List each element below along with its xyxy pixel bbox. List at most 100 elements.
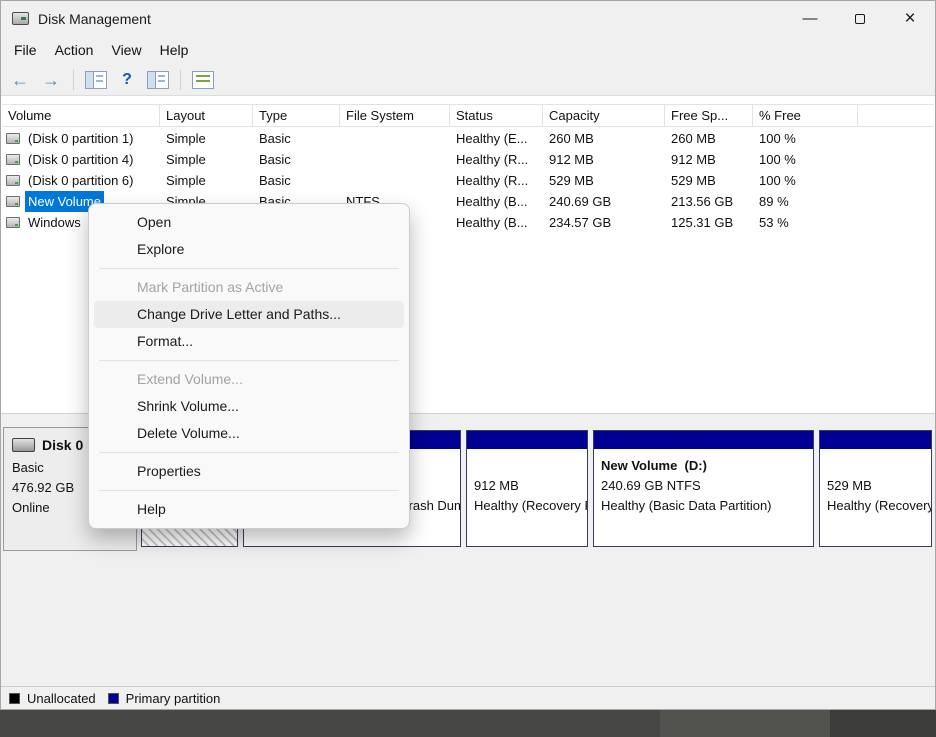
partition-recovery-529[interactable]: 529 MB Healthy (Recovery Partition): [819, 430, 932, 547]
menu-item-open[interactable]: Open: [94, 209, 404, 236]
toolbar: ← → ?: [1, 65, 935, 96]
titlebar: Disk Management — ×: [1, 1, 935, 36]
legend-label-primary-partition: Primary partition: [126, 691, 221, 706]
menu-file[interactable]: File: [5, 36, 46, 65]
cell-percent-free: 53 %: [753, 212, 858, 233]
column-header-type[interactable]: Type: [253, 105, 340, 126]
screen: Disk Management — × File Action View Hel…: [0, 0, 936, 737]
menu-help[interactable]: Help: [151, 36, 198, 65]
cell-percent-free: 100 %: [753, 128, 858, 149]
list-view-icon[interactable]: [192, 71, 214, 89]
show-console-tree-icon[interactable]: [85, 71, 107, 89]
toolbar-separator: [73, 70, 74, 90]
cell-file-system: [340, 170, 450, 191]
volume-icon: [6, 196, 20, 207]
cell-status: Healthy (R...: [450, 149, 543, 170]
primary-partition-swatch: [108, 693, 119, 704]
column-header-file-system[interactable]: File System: [340, 105, 450, 126]
cell-status: Healthy (B...: [450, 212, 543, 233]
volume-name: Windows: [25, 212, 84, 233]
toolbar-separator: [180, 70, 181, 90]
desktop-taskbar-strip: [0, 710, 936, 737]
partition-name: New Volume (D:): [601, 456, 813, 476]
menu-view[interactable]: View: [102, 36, 150, 65]
table-header: Volume Layout Type File System Status Ca…: [2, 104, 934, 127]
column-header-free-space[interactable]: Free Sp...: [665, 105, 753, 126]
disk-name: Disk 0: [42, 437, 83, 453]
menu-item-extend-volume: Extend Volume...: [94, 366, 404, 393]
cell-capacity: 529 MB: [543, 170, 665, 191]
partition-header-bar: [820, 431, 931, 451]
column-header-capacity[interactable]: Capacity: [543, 105, 665, 126]
help-icon[interactable]: ?: [116, 70, 138, 90]
table-row[interactable]: (Disk 0 partition 6) Simple Basic Health…: [2, 170, 934, 191]
volume-name: (Disk 0 partition 6): [25, 170, 136, 191]
cell-layout: Simple: [160, 128, 253, 149]
window-controls: — ×: [785, 1, 935, 36]
cell-percent-free: 100 %: [753, 149, 858, 170]
column-header-volume[interactable]: Volume: [2, 105, 160, 126]
cell-file-system: [340, 128, 450, 149]
menu-item-change-drive-letter-and-paths[interactable]: Change Drive Letter and Paths...: [94, 301, 404, 328]
partition-size: 912 MB: [474, 476, 587, 496]
cell-free-space: 260 MB: [665, 128, 753, 149]
cell-status: Healthy (E...: [450, 128, 543, 149]
column-header-layout[interactable]: Layout: [160, 105, 253, 126]
maximize-icon: [855, 14, 865, 24]
partition-header-bar: [467, 431, 587, 451]
cell-type: Basic: [253, 170, 340, 191]
column-header-percent-free[interactable]: % Free: [753, 105, 858, 126]
volume-name: (Disk 0 partition 1): [25, 128, 136, 149]
menu-item-properties[interactable]: Properties: [94, 458, 404, 485]
cell-capacity: 260 MB: [543, 128, 665, 149]
menu-action[interactable]: Action: [46, 36, 103, 65]
menu-item-explore[interactable]: Explore: [94, 236, 404, 263]
maximize-button[interactable]: [835, 1, 885, 36]
partition-status: Healthy (Recovery Partition): [827, 496, 931, 516]
menu-item-format[interactable]: Format...: [94, 328, 404, 355]
partition-new-volume[interactable]: New Volume (D:) 240.69 GB NTFS Healthy (…: [593, 430, 814, 547]
menu-separator: [99, 360, 399, 361]
minimize-button[interactable]: —: [785, 1, 835, 36]
forward-icon[interactable]: →: [40, 69, 62, 91]
cell-layout: Simple: [160, 149, 253, 170]
close-button[interactable]: ×: [885, 1, 935, 36]
cell-type: Basic: [253, 149, 340, 170]
cell-capacity: 912 MB: [543, 149, 665, 170]
cell-free-space: 529 MB: [665, 170, 753, 191]
show-action-pane-icon[interactable]: [147, 71, 169, 89]
volume-name: (Disk 0 partition 4): [25, 149, 136, 170]
volume-icon: [6, 175, 20, 186]
cell-layout: Simple: [160, 170, 253, 191]
partition-recovery-912[interactable]: 912 MB Healthy (Recovery Partition): [466, 430, 588, 547]
cell-file-system: [340, 149, 450, 170]
menu-item-help[interactable]: Help: [94, 496, 404, 523]
app-icon: [12, 12, 29, 25]
cell-volume: (Disk 0 partition 4): [2, 149, 160, 170]
column-header-status[interactable]: Status: [450, 105, 543, 126]
back-icon[interactable]: ←: [9, 69, 31, 91]
context-menu: Open Explore Mark Partition as Active Ch…: [88, 203, 410, 529]
cell-percent-free: 89 %: [753, 191, 858, 212]
taskbar-segment: [830, 710, 936, 737]
cell-free-space: 912 MB: [665, 149, 753, 170]
table-row[interactable]: (Disk 0 partition 4) Simple Basic Health…: [2, 149, 934, 170]
window-title: Disk Management: [38, 11, 151, 27]
taskbar-segment: [660, 710, 830, 737]
menu-separator: [99, 452, 399, 453]
menubar: File Action View Help: [1, 36, 935, 65]
cell-type: Basic: [253, 128, 340, 149]
menu-item-shrink-volume[interactable]: Shrink Volume...: [94, 393, 404, 420]
cell-capacity: 240.69 GB: [543, 191, 665, 212]
menu-item-delete-volume[interactable]: Delete Volume...: [94, 420, 404, 447]
menu-item-mark-partition-as-active: Mark Partition as Active: [94, 274, 404, 301]
cell-percent-free: 100 %: [753, 170, 858, 191]
cell-status: Healthy (B...: [450, 191, 543, 212]
table-row[interactable]: (Disk 0 partition 1) Simple Basic Health…: [2, 128, 934, 149]
cell-volume: (Disk 0 partition 6): [2, 170, 160, 191]
legend-label-unallocated: Unallocated: [27, 691, 96, 706]
cell-free-space: 125.31 GB: [665, 212, 753, 233]
volume-icon: [6, 133, 20, 144]
partition-status: Healthy (Recovery Partition): [474, 496, 587, 516]
volume-icon: [6, 217, 20, 228]
